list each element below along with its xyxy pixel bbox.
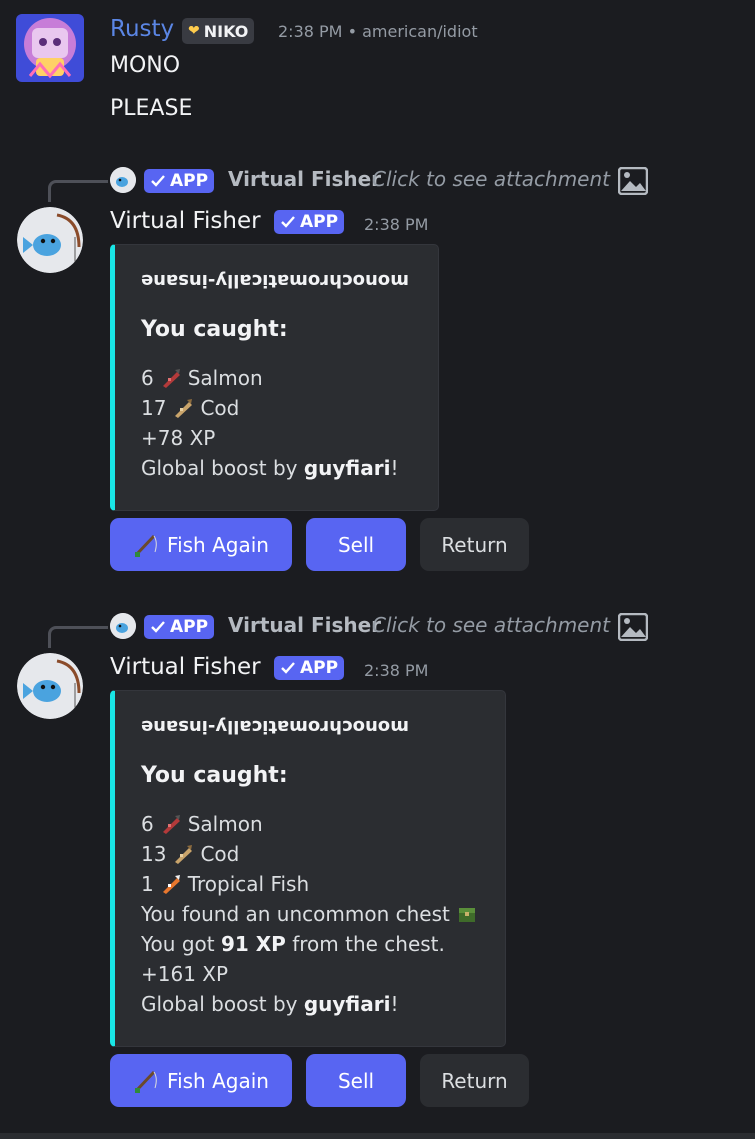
bot-timestamp: 2:38 PM: [364, 661, 429, 680]
reply-attachment-link[interactable]: Click to see attachment: [372, 167, 610, 191]
fishing-embed: monochromatically-insane You caught: 6 S…: [110, 244, 439, 511]
fish-again-label: Fish Again: [167, 1068, 269, 1093]
chest-xp-line: You got 91 XP from the chest.: [141, 932, 445, 956]
fishing-rod-icon: [134, 1070, 157, 1093]
bot-username[interactable]: Virtual Fisher: [110, 208, 261, 234]
rusty-username[interactable]: Rusty: [110, 16, 174, 42]
message1-line-1: MONO: [110, 53, 181, 78]
badge-label: APP: [170, 617, 209, 637]
badge-label: APP: [300, 212, 339, 232]
check-icon: [151, 175, 165, 187]
fish-again-button[interactable]: Fish Again: [110, 1054, 292, 1107]
boost-suffix: !: [390, 992, 399, 1016]
image-icon[interactable]: [618, 167, 648, 195]
bottom-divider: [0, 1133, 755, 1139]
reply-attachment-link[interactable]: Click to see attachment: [372, 613, 610, 637]
catch-line: 1 Tropical Fish: [141, 872, 309, 896]
xp-line: +78 XP: [141, 426, 216, 450]
reply-bot-avatar[interactable]: [110, 167, 136, 193]
fish-again-label: Fish Again: [167, 532, 269, 557]
salmon-icon: [162, 369, 180, 388]
boost-line: Global boost by guyfiari !: [141, 992, 399, 1016]
sell-button[interactable]: Sell: [306, 1054, 406, 1107]
bot-app-badge: APP: [274, 656, 345, 680]
catch-line: 6 Salmon: [141, 812, 263, 836]
bot-timestamp: 2:38 PM: [364, 215, 429, 234]
chest-line: You found an uncommon chest: [141, 902, 478, 926]
cod-icon: [175, 399, 193, 418]
badge-label: APP: [300, 658, 339, 678]
catch-name: Salmon: [187, 812, 263, 836]
sell-label: Sell: [337, 532, 375, 557]
role-tag-label: NIKO: [203, 21, 249, 41]
boost-line: Global boost by guyfiari !: [141, 456, 399, 480]
xp-line: +161 XP: [141, 962, 229, 986]
boost-suffix: !: [390, 456, 399, 480]
catch-count: 13: [141, 842, 167, 866]
check-icon: [151, 621, 165, 633]
return-label: Return: [441, 532, 508, 557]
reply-app-badge: APP: [144, 615, 215, 639]
return-button[interactable]: Return: [420, 1054, 529, 1107]
embed-title-flipped: monochromatically-insane: [141, 270, 409, 291]
badge-label: APP: [170, 171, 209, 191]
catch-count: 1: [141, 872, 154, 896]
catch-count: 6: [141, 812, 154, 836]
reply-connector: [48, 180, 108, 202]
fishing-rod-icon: [134, 534, 157, 557]
bot-app-badge: APP: [274, 210, 345, 234]
chest-xp-suffix: from the chest.: [285, 932, 445, 956]
virtual-fisher-avatar[interactable]: [17, 653, 83, 719]
return-label: Return: [441, 1068, 508, 1093]
reply-bot-avatar[interactable]: [110, 613, 136, 639]
boost-prefix: Global boost by: [141, 992, 304, 1016]
check-icon: [281, 662, 295, 674]
catch-name: Tropical Fish: [187, 872, 310, 896]
check-icon: [281, 216, 295, 228]
return-button[interactable]: Return: [420, 518, 529, 571]
heart-icon: ❤: [188, 23, 200, 39]
virtual-fisher-avatar[interactable]: [17, 207, 83, 273]
channel-name[interactable]: american/idiot: [362, 22, 478, 41]
catch-count: 17: [141, 396, 167, 420]
fish-again-button[interactable]: Fish Again: [110, 518, 292, 571]
chest-text: You found an uncommon chest: [141, 902, 450, 926]
embed-caught-label: You caught:: [141, 317, 288, 342]
catch-line: 6 Salmon: [141, 366, 263, 390]
boost-user: guyfiari: [303, 992, 391, 1016]
catch-name: Cod: [200, 842, 240, 866]
embed-caught-label: You caught:: [141, 763, 288, 788]
sell-label: Sell: [337, 1068, 375, 1093]
boost-user: guyfiari: [303, 456, 391, 480]
chest-icon: [458, 908, 475, 922]
reply-author-name[interactable]: Virtual Fisher: [228, 167, 381, 191]
message1-time: 2:38 PM: [278, 22, 343, 41]
message1-timestamp: 2:38 PM • american/idiot: [278, 22, 478, 41]
fishing-embed: monochromatically-insane You caught: 6 S…: [110, 690, 506, 1047]
embed-title-flipped: monochromatically-insane: [141, 716, 409, 737]
bot-username[interactable]: Virtual Fisher: [110, 654, 261, 680]
tropical-fish-icon: [162, 875, 180, 894]
catch-count: 6: [141, 366, 154, 390]
image-icon[interactable]: [618, 613, 648, 641]
reply-connector: [48, 626, 108, 648]
catch-line: 13 Cod: [141, 842, 239, 866]
catch-line: 17 Cod: [141, 396, 239, 420]
catch-name: Salmon: [187, 366, 263, 390]
boost-prefix: Global boost by: [141, 456, 304, 480]
reply-author-name[interactable]: Virtual Fisher: [228, 613, 381, 637]
cod-icon: [175, 845, 193, 864]
salmon-icon: [162, 815, 180, 834]
chest-xp-prefix: You got: [141, 932, 221, 956]
separator-dot: •: [347, 22, 357, 41]
chest-xp-value: 91 XP: [220, 932, 286, 956]
reply-app-badge: APP: [144, 169, 215, 193]
message1-line-2: PLEASE: [110, 96, 193, 121]
sell-button[interactable]: Sell: [306, 518, 406, 571]
niko-role-tag[interactable]: ❤ NIKO: [182, 18, 255, 44]
rusty-avatar[interactable]: [16, 14, 84, 82]
catch-name: Cod: [200, 396, 240, 420]
